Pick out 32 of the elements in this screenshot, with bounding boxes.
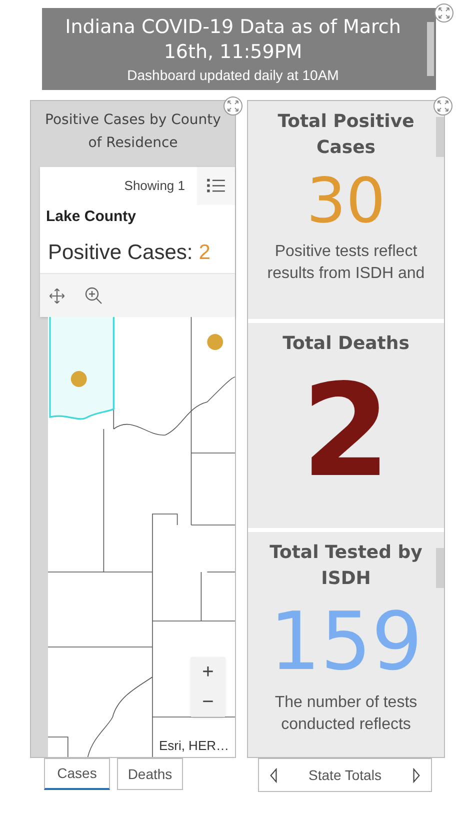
stat-value: 2	[301, 357, 391, 507]
list-button[interactable]	[197, 167, 235, 205]
result-count: Showing 1	[124, 177, 185, 196]
stat-value: 159	[270, 594, 422, 690]
card-note: The number of tests conducted reflects	[274, 693, 418, 735]
expand-icon[interactable]	[433, 96, 453, 116]
card-note: Positive tests reflect results from ISDH and	[266, 242, 426, 284]
list-icon	[207, 178, 225, 194]
card-title: Total Positive Cases	[276, 110, 416, 160]
card-title: Total Tested by ISDH	[268, 541, 424, 591]
previous-arrow-icon[interactable]	[269, 768, 278, 782]
move-arrows-icon[interactable]	[48, 286, 66, 304]
expand-icon[interactable]	[223, 96, 243, 116]
cases-value: 2	[198, 240, 210, 266]
scrollbar-thumb[interactable]	[436, 548, 444, 588]
card-title: Total Deaths	[282, 332, 410, 356]
stat-value: 30	[306, 163, 386, 239]
expand-icon[interactable]	[434, 3, 454, 23]
tab[interactable]: Deaths	[117, 758, 183, 790]
zoom-out-button[interactable]: −	[191, 687, 225, 717]
tab[interactable]: Cases	[44, 758, 110, 790]
panel-title: Positive Cases by County of Residence	[45, 111, 221, 153]
navigator-label: State Totals	[308, 766, 382, 784]
zoom-to-icon[interactable]	[84, 286, 104, 306]
zoom-in-button[interactable]: +	[191, 657, 225, 687]
cases-label: Positive Cases:	[48, 240, 193, 266]
scrollbar-thumb[interactable]	[436, 117, 444, 157]
dashboard-title: Indiana COVID-19 Data as of March 16th, 11:59PM	[64, 14, 402, 64]
dashboard-subtitle: Dashboard updated daily at 10AM	[127, 66, 339, 84]
scrollbar-thumb[interactable]	[427, 22, 434, 76]
next-arrow-icon[interactable]	[412, 768, 421, 782]
county-name: Lake County	[45, 207, 138, 227]
